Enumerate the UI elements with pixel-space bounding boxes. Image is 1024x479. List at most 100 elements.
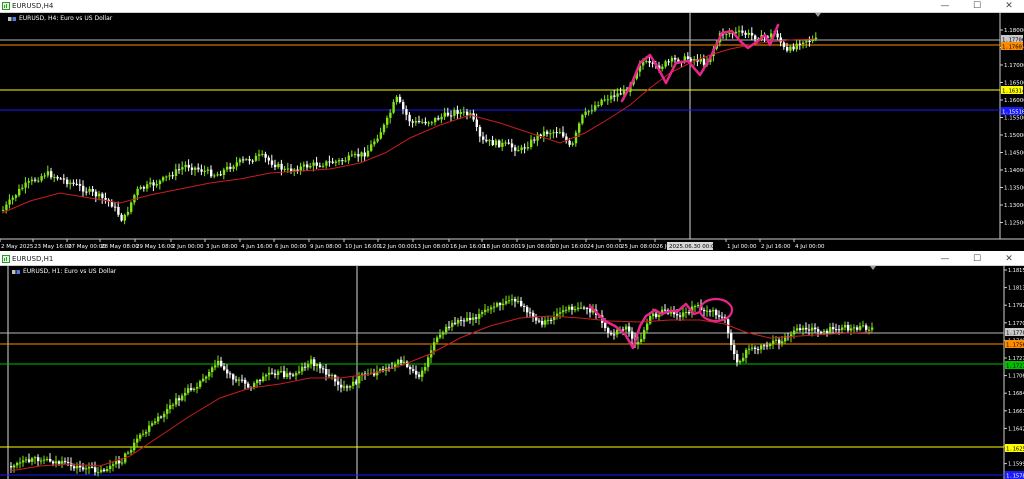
- h4-price-chart[interactable]: 1.180001.175001.170001.165001.160001.155…: [0, 13, 1024, 251]
- h4-candle: [334, 161, 338, 163]
- h1-candle: [205, 376, 208, 379]
- h1-candle: [841, 327, 844, 330]
- h4-candle: [786, 47, 789, 51]
- h1-candle: [466, 317, 469, 321]
- h4-candle: [427, 122, 430, 124]
- h4-candle: [21, 187, 24, 189]
- h1-yellow-price-badge: 1.16257: [1006, 447, 1024, 453]
- h4-time-label: 16 Jun 16:00: [450, 244, 485, 250]
- h4-candle: [805, 41, 808, 43]
- h1-candle: [604, 322, 607, 328]
- h4-candle: [354, 154, 357, 156]
- h4-chart-window[interactable]: EURUSD,H4 — ☐ ✕ EURUSD, H4: Euro vs US D…: [0, 0, 1024, 251]
- h1-candle: [37, 457, 40, 462]
- h1-candle: [106, 468, 109, 472]
- minimize-icon[interactable]: —: [938, 253, 952, 265]
- maximize-icon[interactable]: ☐: [970, 253, 984, 265]
- h1-candle: [811, 327, 814, 331]
- h4-candle: [27, 181, 30, 183]
- h4-candle: [674, 57, 677, 60]
- h1-candle: [229, 373, 232, 375]
- h1-candle: [607, 327, 610, 333]
- h1-candle: [679, 315, 682, 317]
- h4-candle: [350, 154, 354, 156]
- h4-candle: [738, 30, 741, 32]
- h1-candle: [46, 458, 49, 460]
- h4-window-titlebar[interactable]: EURUSD,H4 — ☐ ✕: [0, 0, 1024, 13]
- h1-candle: [757, 349, 760, 351]
- h1-candle: [265, 374, 268, 377]
- h4-candle: [168, 175, 171, 177]
- h1-candle: [325, 368, 328, 375]
- h1-candle: [403, 361, 406, 363]
- h1-candle: [631, 331, 634, 339]
- h4-candle: [478, 127, 482, 137]
- h1-candle: [109, 465, 112, 469]
- h4-candle: [558, 132, 562, 134]
- h4-candle: [302, 164, 306, 167]
- h1-candle: [703, 309, 706, 312]
- h1-candle: [283, 371, 286, 378]
- h1-candle: [31, 458, 34, 462]
- h1-candle: [331, 375, 334, 377]
- h1-chart-window[interactable]: EURUSD,H1 — ☐ ✕ EURUSD, H1: Euro vs US D…: [0, 253, 1024, 479]
- h1-candle: [79, 465, 82, 468]
- h1-candle: [766, 345, 769, 347]
- h1-candle: [409, 366, 412, 370]
- h4-candle: [43, 175, 46, 177]
- h4-candle: [200, 169, 203, 172]
- h1-price-label: 1.16633: [1008, 409, 1024, 415]
- h4-time-label: 18 Jun 00:00: [483, 244, 518, 250]
- h1-candle: [643, 330, 646, 340]
- h4-time-label: 1 Jul 00:00: [727, 244, 757, 250]
- h4-candle: [814, 37, 818, 40]
- close-icon[interactable]: ✕: [1002, 0, 1016, 12]
- h1-candle: [493, 306, 496, 308]
- h1-candle: [472, 317, 475, 320]
- h1-candle: [574, 309, 577, 311]
- minimize-icon[interactable]: —: [938, 0, 952, 12]
- h4-candle: [530, 139, 533, 148]
- h4-time-label: 4 Jun 16:00: [241, 244, 273, 250]
- h4-candle: [741, 30, 744, 33]
- h1-candle: [145, 431, 148, 434]
- maximize-icon[interactable]: ☐: [970, 0, 984, 12]
- h1-candle: [844, 325, 847, 328]
- h1-window-titlebar[interactable]: EURUSD,H1 — ☐ ✕: [0, 253, 1024, 266]
- h1-candle: [151, 423, 154, 426]
- h4-candle: [424, 121, 427, 124]
- h1-candle: [268, 372, 271, 375]
- h1-candle: [199, 381, 202, 387]
- h4-candle: [357, 154, 360, 157]
- h1-candle: [511, 298, 514, 301]
- h1-candle: [346, 386, 349, 388]
- h1-candle: [817, 329, 820, 332]
- h4-candle: [485, 139, 488, 142]
- h4-candle: [517, 150, 520, 152]
- h4-candle: [53, 176, 56, 178]
- h4-candle: [702, 58, 706, 65]
- h1-candle: [502, 303, 505, 306]
- h1-candle: [772, 340, 775, 344]
- h1-candle: [448, 326, 451, 328]
- h1-price-chart[interactable]: 1.181501.181351.179201.177061.174901.172…: [0, 266, 1024, 479]
- h4-candle: [402, 102, 405, 110]
- h4-candle: [597, 104, 600, 106]
- h1-candle: [808, 329, 811, 331]
- h4-candle: [235, 162, 238, 167]
- h1-candle: [484, 309, 487, 313]
- h1-candle: [13, 465, 16, 468]
- h1-price-label: 1.18150: [1008, 268, 1024, 274]
- h4-candle: [750, 32, 754, 36]
- h4-candle: [776, 33, 779, 38]
- h4-candle: [258, 154, 261, 156]
- h4-candle: [747, 32, 750, 35]
- h4-candle: [670, 57, 674, 62]
- h1-green-price-badge: 1.17275: [1006, 364, 1024, 370]
- h4-candle: [229, 166, 232, 169]
- h4-candle: [754, 35, 757, 40]
- h4-orange-price-badge: 1.17603: [1002, 45, 1024, 51]
- h4-time-label: 12 Jun 00:00: [379, 244, 414, 250]
- h4-candle: [504, 142, 507, 144]
- close-icon[interactable]: ✕: [1002, 253, 1016, 265]
